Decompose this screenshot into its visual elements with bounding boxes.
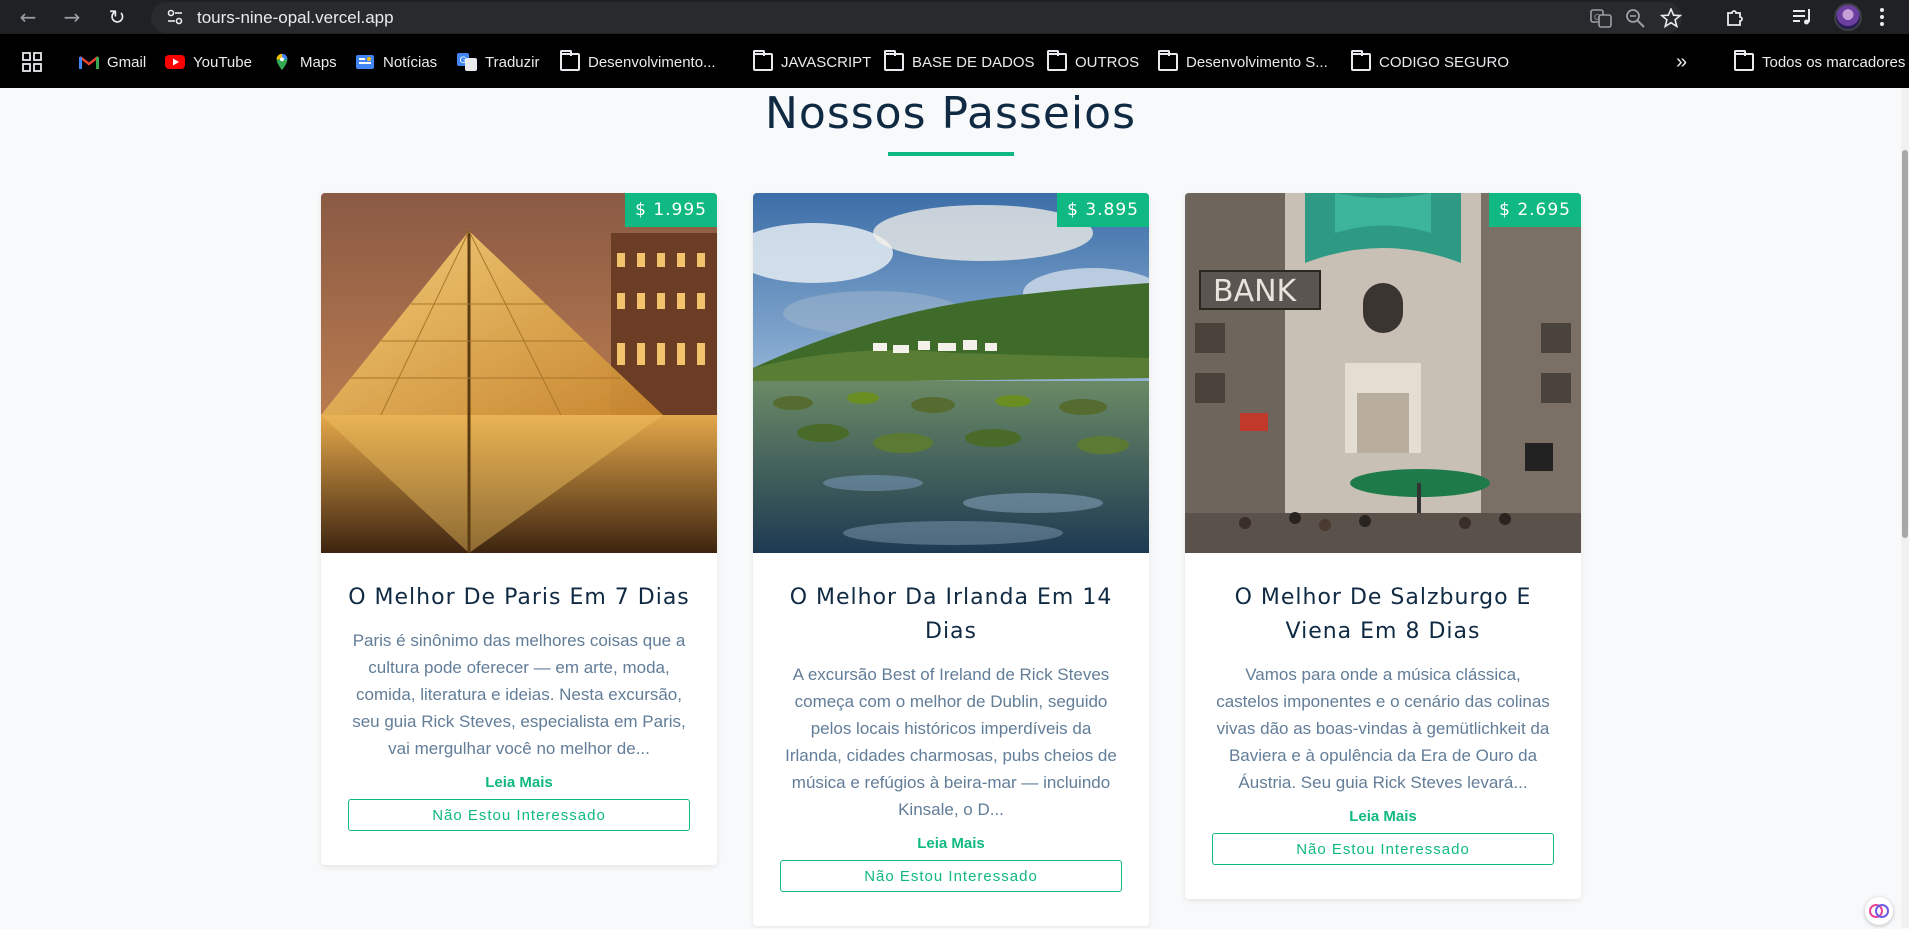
site-settings-icon[interactable] [165, 7, 185, 27]
tour-image-salzburg-vienna: BANK $ 2.695 [1185, 193, 1581, 553]
youtube-icon [165, 55, 185, 69]
page-scrollbar[interactable] [1901, 88, 1909, 928]
tour-description: Vamos para onde a música clássica, caste… [1216, 665, 1550, 792]
price-badge: $ 3.895 [1057, 193, 1149, 227]
assistant-extension-icon[interactable] [1865, 897, 1893, 925]
bookmark-traduzir[interactable]: G Traduzir [457, 51, 539, 73]
bookmark-youtube[interactable]: YouTube [165, 51, 252, 73]
read-more-link[interactable]: Leia Mais [348, 774, 690, 791]
tour-card-paris: $ 1.995 O Melhor De Paris Em 7 Dias Pari… [321, 193, 717, 865]
translate-page-icon[interactable]: G [1590, 8, 1612, 28]
tour-card-salzburg-vienna: BANK $ 2.695 O Melhor De Salzburgo E Vie… [1185, 193, 1581, 899]
maps-icon [276, 53, 288, 71]
bookmark-folder-desenvolvimento-s[interactable]: Desenvolvimento S... [1158, 50, 1328, 73]
bookmark-star-icon[interactable] [1660, 8, 1682, 28]
page-content: Nossos Passeios $ 1.995 O Melhor De Pari… [0, 88, 1909, 928]
not-interested-button[interactable]: Não Estou Interessado [1212, 833, 1554, 865]
not-interested-button[interactable]: Não Estou Interessado [348, 799, 690, 831]
reload-icon[interactable]: ↻ [103, 3, 131, 31]
tour-description: Paris é sinônimo das melhores coisas que… [352, 631, 686, 758]
folder-icon [753, 50, 773, 71]
all-bookmarks-folder[interactable]: Todos os marcadores [1734, 50, 1905, 73]
bookmark-folder-codigo-seguro[interactable]: CODIGO SEGURO [1351, 50, 1509, 73]
bookmark-folder-outros[interactable]: OUTROS [1047, 50, 1139, 73]
extensions-icon[interactable] [1724, 5, 1748, 29]
tour-image-paris: $ 1.995 [321, 193, 717, 553]
tour-title: O Melhor De Paris Em 7 Dias [348, 585, 690, 610]
more-bookmarks-button[interactable]: » [1676, 51, 1687, 73]
zoom-icon[interactable] [1625, 8, 1647, 28]
bookmark-folder-javascript[interactable]: JAVASCRIPT [753, 50, 871, 73]
price-badge: $ 1.995 [625, 193, 717, 227]
apps-grid-icon[interactable] [22, 52, 42, 72]
folder-icon [1351, 50, 1371, 71]
tour-image-ireland: $ 3.895 [753, 193, 1149, 553]
bookmark-maps[interactable]: Maps [272, 51, 337, 73]
tour-title: O Melhor Da Irlanda Em 14 Dias [789, 585, 1113, 644]
svg-text:BANK: BANK [1213, 274, 1298, 309]
bookmark-folder-base-de-dados[interactable]: BASE DE DADOS [884, 50, 1035, 73]
bookmarks-bar: Gmail YouTube Maps Notícias G Traduzir D… [0, 34, 1909, 88]
back-arrow-icon[interactable]: ← [14, 3, 42, 31]
translate-icon: G [457, 53, 477, 71]
bookmark-folder-desenvolvimento[interactable]: Desenvolvimento... [560, 50, 716, 73]
title-underline [888, 152, 1014, 156]
forward-arrow-icon[interactable]: → [58, 3, 86, 31]
menu-kebab-icon[interactable] [1878, 6, 1886, 28]
folder-icon [560, 50, 580, 71]
browser-toolbar: ← → ↻ tours-nine-opal.vercel.app G [0, 0, 1909, 34]
tour-title: O Melhor De Salzburgo E Viena Em 8 Dias [1234, 585, 1532, 644]
scrollbar-thumb[interactable] [1902, 150, 1908, 538]
profile-avatar[interactable] [1834, 3, 1862, 31]
folder-icon [1158, 50, 1178, 71]
media-controls-icon[interactable] [1790, 5, 1814, 29]
svg-text:G: G [1594, 13, 1600, 22]
svg-text:G: G [460, 56, 467, 66]
folder-icon [1047, 50, 1067, 71]
read-more-link[interactable]: Leia Mais [780, 835, 1122, 852]
address-bar[interactable]: tours-nine-opal.vercel.app G [151, 2, 1682, 33]
tour-description: A excursão Best of Ireland de Rick Steve… [785, 665, 1117, 819]
price-badge: $ 2.695 [1489, 193, 1581, 227]
read-more-link[interactable]: Leia Mais [1212, 808, 1554, 825]
page-title: Nossos Passeios [764, 88, 1137, 139]
tour-card-ireland: $ 3.895 O Melhor Da Irlanda Em 14 Dias A… [753, 193, 1149, 926]
news-icon [356, 55, 374, 69]
folder-icon [1734, 50, 1754, 71]
not-interested-button[interactable]: Não Estou Interessado [780, 860, 1122, 892]
bookmark-gmail[interactable]: Gmail [79, 51, 146, 73]
url-text[interactable]: tours-nine-opal.vercel.app [197, 8, 394, 28]
gmail-icon [79, 56, 99, 69]
folder-icon [884, 50, 904, 71]
bookmark-noticias[interactable]: Notícias [355, 51, 437, 73]
